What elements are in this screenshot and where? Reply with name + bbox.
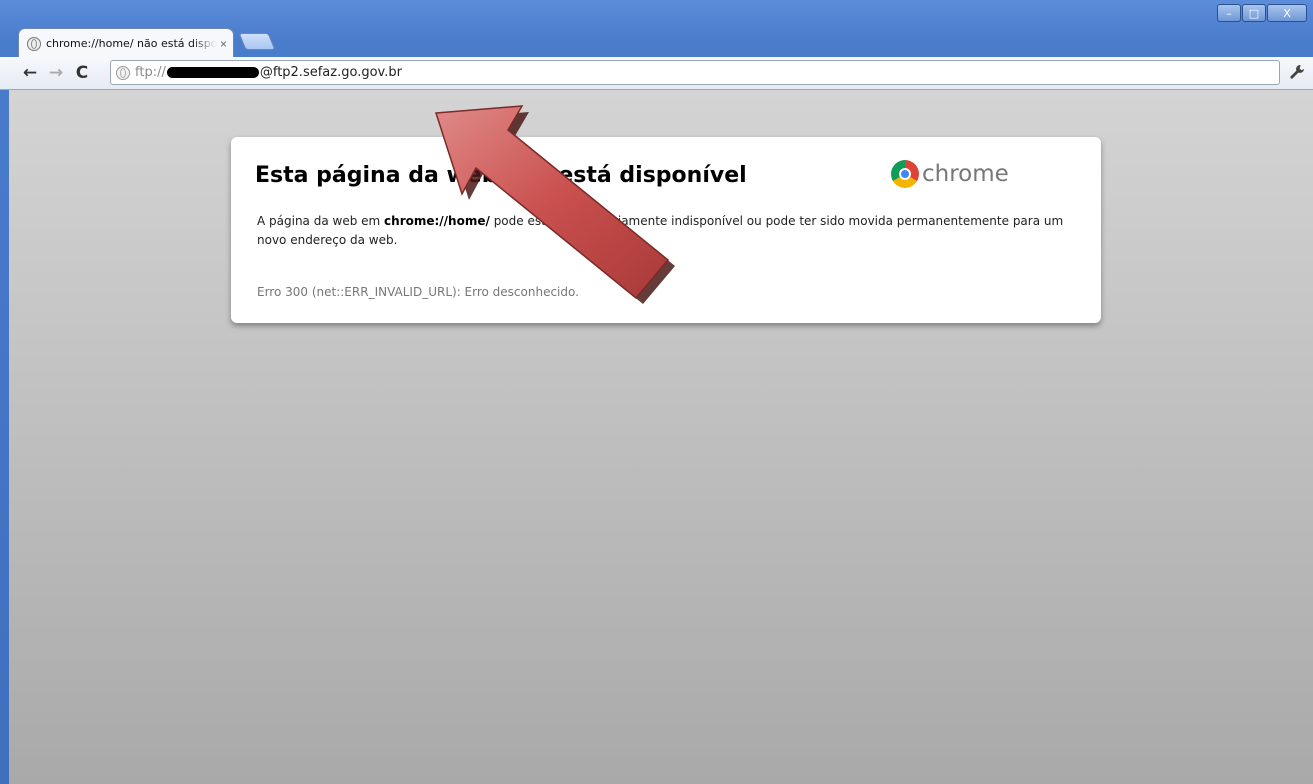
reload-button[interactable]: C: [72, 63, 92, 83]
redacted-credentials: [166, 67, 259, 78]
forward-button[interactable]: →: [46, 63, 66, 83]
chrome-wordmark: chrome: [922, 161, 1009, 187]
browser-window: – □ X chrome://home/ não está disponível…: [0, 0, 1313, 784]
error-description: A página da web em chrome://home/ pode e…: [257, 212, 1077, 250]
tab-title: chrome://home/ não está disponível: [46, 37, 217, 50]
error-card: Esta página da web não está disponível c…: [231, 137, 1101, 323]
desc-before: A página da web em: [257, 214, 385, 228]
tab-active[interactable]: chrome://home/ não está disponível ×: [18, 28, 234, 58]
url-scheme: ftp://: [135, 65, 166, 80]
toolbar: ← → C ftp:// @ftp2.sefaz.go.gov.br: [0, 57, 1313, 90]
chrome-logo: chrome: [891, 160, 1009, 188]
window-controls: – □ X: [1217, 4, 1307, 24]
globe-icon: [27, 36, 41, 51]
page-content: Esta página da web não está disponível c…: [9, 90, 1313, 784]
tab-close-icon[interactable]: ×: [220, 37, 227, 51]
error-code: Erro 300 (net::ERR_INVALID_URL): Erro de…: [257, 285, 579, 299]
new-tab-button[interactable]: [238, 33, 276, 50]
maximize-button[interactable]: □: [1242, 4, 1266, 22]
url-host: @ftp2.sefaz.go.gov.br: [259, 65, 402, 80]
minimize-button[interactable]: –: [1217, 4, 1241, 22]
desc-url: chrome://home/: [384, 214, 490, 228]
chrome-icon: [891, 160, 919, 188]
globe-icon: [116, 65, 130, 80]
wrench-icon: [1290, 65, 1304, 79]
address-bar[interactable]: ftp:// @ftp2.sefaz.go.gov.br: [110, 60, 1280, 85]
close-window-button[interactable]: X: [1267, 4, 1307, 22]
back-button[interactable]: ←: [20, 63, 40, 83]
error-title: Esta página da web não está disponível: [255, 163, 747, 188]
wrench-menu-button[interactable]: [1287, 63, 1307, 83]
